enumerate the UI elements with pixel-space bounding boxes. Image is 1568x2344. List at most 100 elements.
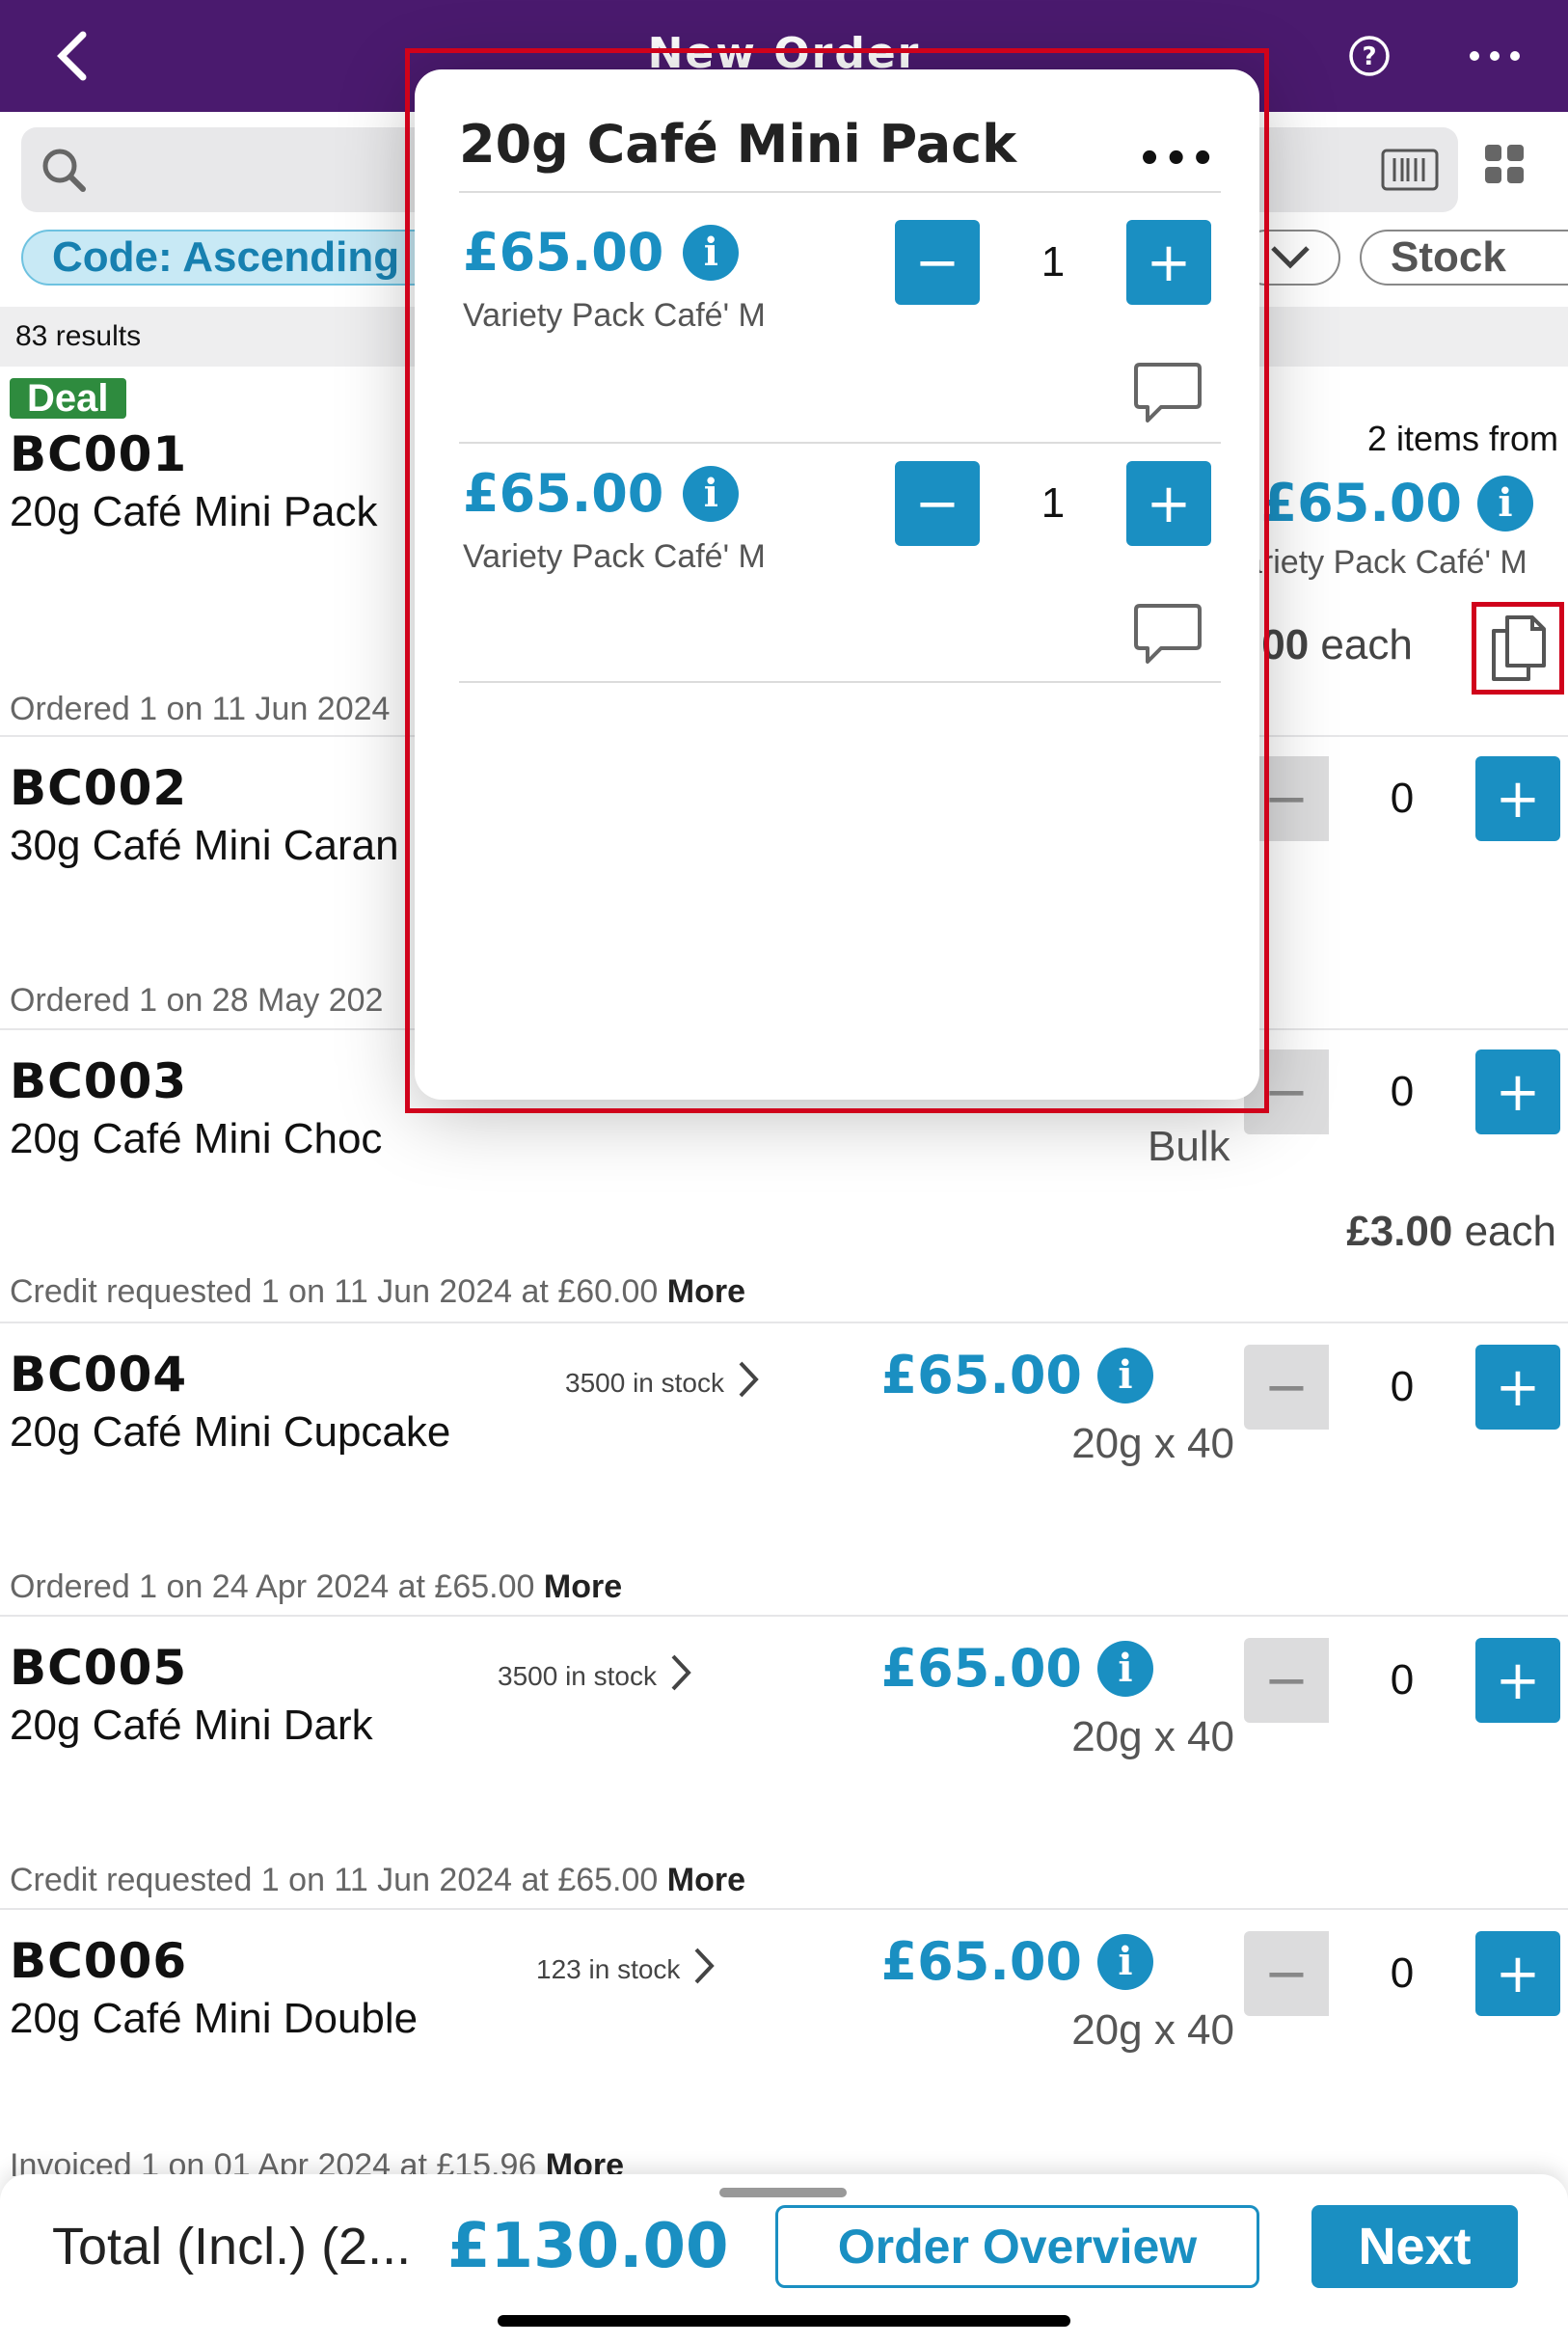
divider xyxy=(459,681,1221,683)
chevron-right-icon xyxy=(693,1947,716,1992)
more-link[interactable]: More xyxy=(667,1273,745,1310)
history-text: Credit requested 1 on 11 Jun 2024 at £65… xyxy=(10,1862,659,1898)
order-history: Ordered 1 on 28 May 202 xyxy=(10,982,384,1019)
comment-icon[interactable] xyxy=(1132,602,1203,674)
deal-items-popover: 20g Café Mini Pack ••• £65.00 i Variety … xyxy=(415,69,1259,1100)
each-label: each xyxy=(1452,1208,1556,1255)
quantity-value[interactable]: 1 xyxy=(980,220,1126,305)
decrease-button[interactable]: − xyxy=(1244,1345,1329,1430)
each-label: each xyxy=(1309,621,1413,668)
decrease-button[interactable]: − xyxy=(895,220,980,305)
quantity-stepper[interactable]: − 0 + xyxy=(1244,1049,1560,1134)
product-code: BC003 xyxy=(10,1053,188,1109)
results-count: 83 results xyxy=(15,320,142,352)
quantity-stepper[interactable]: − 1 + xyxy=(895,461,1211,546)
drag-handle[interactable] xyxy=(719,2188,847,2197)
total-value: £130.00 xyxy=(447,2211,729,2282)
order-footer: Total (Incl.) (2... £130.00 Order Overvi… xyxy=(0,2174,1568,2344)
increase-button[interactable]: + xyxy=(1475,756,1560,841)
price-value: £65.00 xyxy=(463,222,664,283)
quantity-stepper[interactable]: − 0 + xyxy=(1244,756,1560,841)
increase-button[interactable]: + xyxy=(1475,1931,1560,2016)
modal-title: 20g Café Mini Pack xyxy=(459,114,1017,175)
comment-icon[interactable] xyxy=(1132,361,1203,433)
each-price: £3.00 each xyxy=(1346,1208,1556,1256)
increase-button[interactable]: + xyxy=(1126,220,1211,305)
price-value: £65.00 xyxy=(880,1638,1082,1699)
decrease-button[interactable]: − xyxy=(895,461,980,546)
increase-button[interactable]: + xyxy=(1475,1049,1560,1134)
svg-text:?: ? xyxy=(1362,42,1376,71)
stock-filter-chip[interactable]: Stock xyxy=(1360,230,1568,286)
product-price: £65.00 i xyxy=(1261,473,1533,533)
info-icon[interactable]: i xyxy=(1097,1640,1153,1697)
stock-count: 3500 in stock xyxy=(498,1660,657,1691)
copy-icon[interactable] xyxy=(1472,602,1564,695)
item-price: £65.00 i xyxy=(463,463,740,524)
quantity-value[interactable]: 0 xyxy=(1329,756,1475,841)
increase-button[interactable]: + xyxy=(1475,1345,1560,1430)
more-options-icon[interactable] xyxy=(1466,27,1524,85)
chevron-down-icon xyxy=(1269,233,1311,282)
decrease-button[interactable]: − xyxy=(1244,1638,1329,1723)
order-history: Ordered 1 on 24 Apr 2024 at £65.00 More xyxy=(10,1568,622,1606)
order-overview-button[interactable]: Order Overview xyxy=(775,2205,1259,2288)
product-name: 20g Café Mini Cupcake xyxy=(10,1408,451,1456)
more-options-icon[interactable]: ••• xyxy=(1137,137,1217,181)
increase-button[interactable]: + xyxy=(1475,1638,1560,1723)
price-value: £65.00 xyxy=(880,1931,1082,1992)
total-label: Total (Incl.) (2... xyxy=(52,2218,412,2276)
more-link[interactable]: More xyxy=(667,1862,745,1898)
info-icon[interactable]: i xyxy=(683,224,740,281)
stock-link[interactable]: 3500 in stock xyxy=(498,1653,691,1699)
quantity-value[interactable]: 0 xyxy=(1329,1638,1475,1723)
stock-count: 123 in stock xyxy=(536,1953,681,1984)
product-code: BC001 xyxy=(10,426,188,482)
product-row[interactable]: BC005 20g Café Mini Dark 3500 in stock £… xyxy=(0,1615,1568,1908)
stock-link[interactable]: 123 in stock xyxy=(536,1947,716,1992)
info-icon[interactable]: i xyxy=(1097,1347,1153,1404)
history-text: Ordered 1 on 24 Apr 2024 at £65.00 xyxy=(10,1568,535,1605)
pack-size: 20g x 40 xyxy=(1071,1713,1234,1760)
product-price: £65.00 i xyxy=(881,1931,1153,1992)
decrease-button[interactable]: − xyxy=(1244,1931,1329,2016)
quantity-value[interactable]: 0 xyxy=(1329,1049,1475,1134)
item-price: £65.00 i xyxy=(463,222,740,283)
grid-view-icon[interactable] xyxy=(1483,143,1526,190)
items-from-label: 2 items from xyxy=(1366,419,1558,458)
next-button[interactable]: Next xyxy=(1311,2205,1518,2288)
price-value: £65.00 xyxy=(880,1345,1082,1405)
order-history: Ordered 1 on 11 Jun 2024 xyxy=(10,691,391,727)
quantity-stepper[interactable]: − 0 + xyxy=(1244,1638,1560,1723)
info-icon[interactable]: i xyxy=(1477,475,1533,531)
product-code: BC005 xyxy=(10,1640,188,1696)
product-name: 20g Café Mini Choc xyxy=(10,1115,383,1162)
product-name: 20g Café Mini Pack xyxy=(10,488,378,535)
quantity-stepper[interactable]: − 0 + xyxy=(1244,1345,1560,1430)
quantity-stepper[interactable]: − 1 + xyxy=(895,220,1211,305)
product-code: BC004 xyxy=(10,1347,188,1403)
price-value: £65.00 xyxy=(463,463,664,524)
order-history: Credit requested 1 on 11 Jun 2024 at £60… xyxy=(10,1273,745,1311)
quantity-value[interactable]: 0 xyxy=(1329,1931,1475,2016)
help-icon[interactable]: ? xyxy=(1340,27,1398,85)
variety-label: Variety Pack Café' M xyxy=(463,297,766,334)
more-link[interactable]: More xyxy=(544,1568,622,1605)
stock-link[interactable]: 3500 in stock xyxy=(565,1360,759,1405)
pack-size: 20g x 40 xyxy=(1071,2006,1234,2054)
quantity-value[interactable]: 0 xyxy=(1329,1345,1475,1430)
variety-label: ariety Pack Café' M xyxy=(1244,544,1527,581)
product-row[interactable]: BC004 20g Café Mini Cupcake 3500 in stoc… xyxy=(0,1322,1568,1615)
increase-button[interactable]: + xyxy=(1126,461,1211,546)
product-name: 30g Café Mini Caran xyxy=(10,822,399,869)
product-name: 20g Café Mini Dark xyxy=(10,1702,373,1749)
quantity-stepper[interactable]: − 0 + xyxy=(1244,1931,1560,2016)
pack-size: Bulk xyxy=(1148,1123,1230,1170)
quantity-value[interactable]: 1 xyxy=(980,461,1126,546)
product-price: £65.00 i xyxy=(881,1638,1153,1699)
info-icon[interactable]: i xyxy=(683,465,740,522)
info-icon[interactable]: i xyxy=(1097,1933,1153,1990)
stock-chip-label: Stock xyxy=(1391,233,1506,281)
product-name: 20g Café Mini Double xyxy=(10,1995,419,2042)
barcode-scan-icon[interactable] xyxy=(1381,149,1439,196)
